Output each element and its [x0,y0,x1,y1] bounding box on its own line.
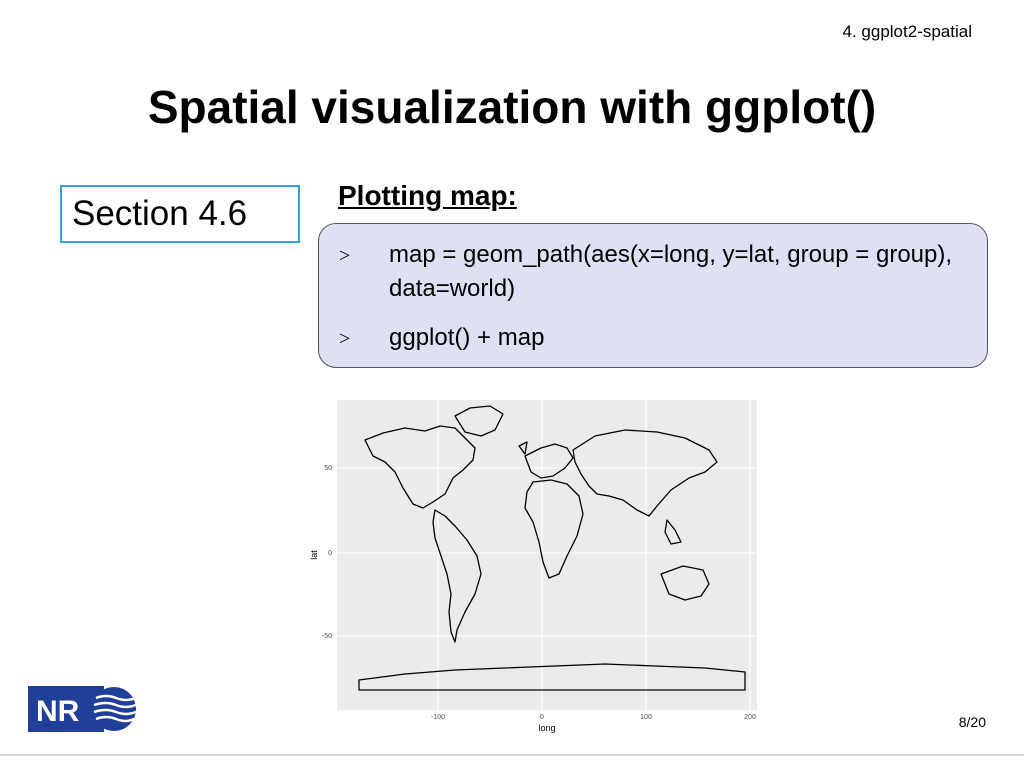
slide-title: Spatial visualization with ggplot() [147,81,877,133]
nr-logo: NR [28,686,137,732]
y-tick-label: 0 [328,550,332,557]
code-text-1: map = geom_path(aes(x=long, y=lat, group… [389,241,953,302]
section-label: Section 4.6 [60,185,300,243]
bullet-icon: > [339,245,351,267]
bullet-icon: > [339,328,351,350]
subheading: Plotting map: [338,180,517,211]
x-tick-label: -100 [431,714,445,721]
x-tick-label: 0 [540,714,544,721]
logo-globe-icon [92,687,136,731]
code-line-1: > map = geom_path(aes(x=long, y=lat, gro… [339,238,969,306]
y-tick-label: 50 [324,465,332,472]
chapter-label: 4. ggplot2-spatial [842,22,972,41]
footer-divider [0,754,1024,756]
x-tick-label: 200 [744,714,756,721]
x-tick-labels: -100 0 100 200 [431,714,756,721]
code-text-2: ggplot() + map [389,324,545,351]
page-number: 8/20 [958,714,986,730]
x-tick-label: 100 [640,714,652,721]
x-axis-label: long [538,723,555,733]
code-line-2: > ggplot() + map [339,321,969,355]
world-map-plot: 50 0 -50 -100 0 100 200 long lat [309,400,757,733]
y-axis-label: lat [309,550,319,560]
code-box: > map = geom_path(aes(x=long, y=lat, gro… [318,223,988,368]
logo-text: NR [36,695,80,728]
y-tick-label: -50 [322,633,332,640]
y-tick-labels: 50 0 -50 [322,465,332,640]
